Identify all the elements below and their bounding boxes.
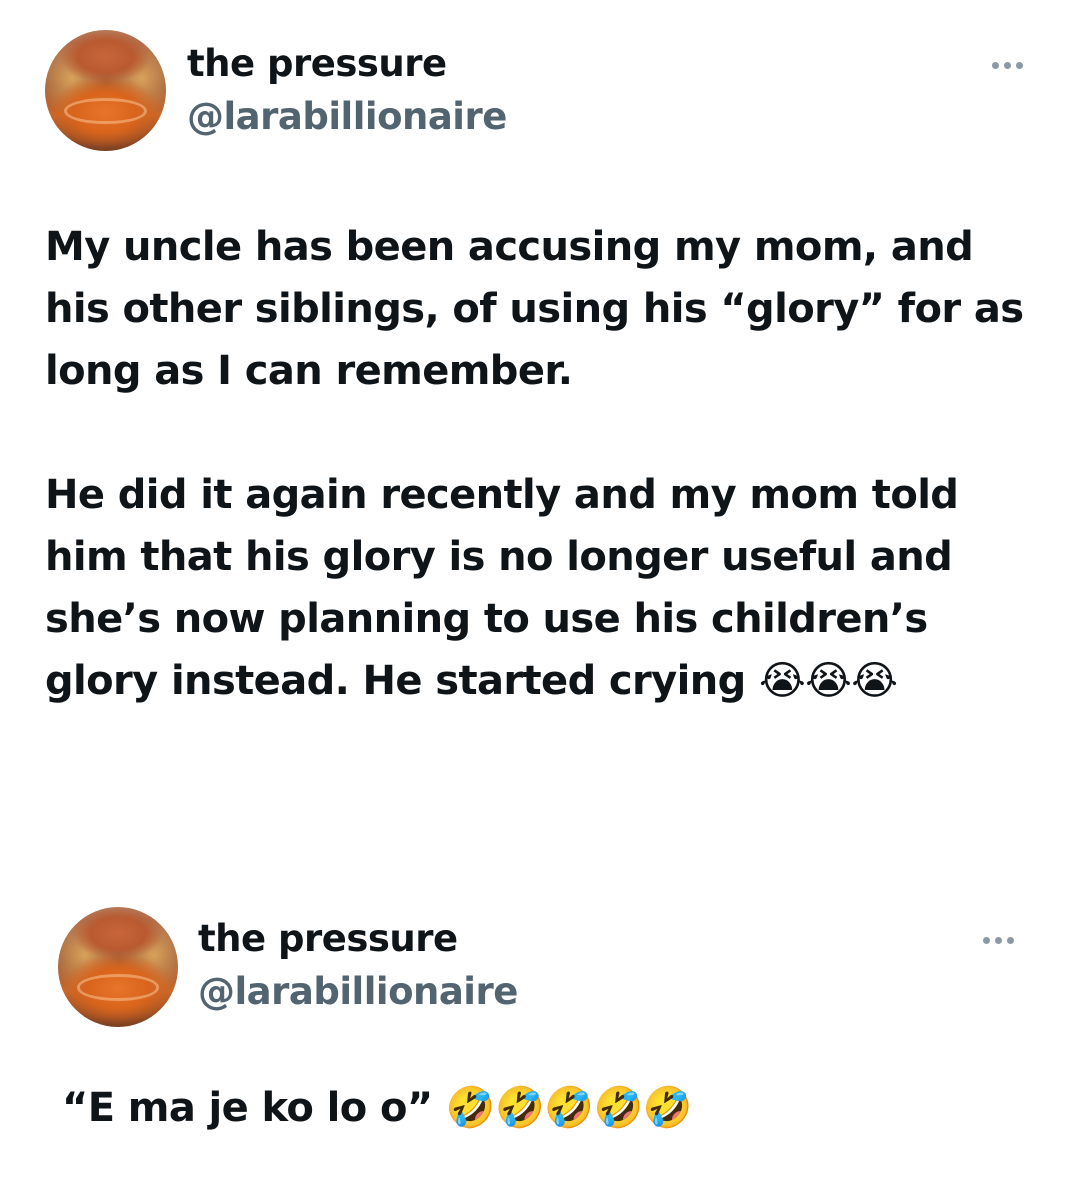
more-options-button[interactable] (983, 937, 1014, 944)
author-handle[interactable]: @larabillionaire (198, 970, 518, 1013)
tweet-text: My uncle has been accusing my mom, and h… (45, 224, 1024, 704)
more-options-icon (1004, 62, 1011, 69)
more-options-button[interactable] (992, 62, 1023, 69)
avatar[interactable] (58, 907, 178, 1027)
avatar-photo (64, 97, 147, 125)
author-display-name[interactable]: the pressure (198, 917, 458, 960)
more-options-icon (1007, 937, 1014, 944)
author-display-name[interactable]: the pressure (187, 42, 447, 85)
avatar[interactable] (45, 30, 166, 151)
tweet[interactable]: the pressure @larabillionaire My uncle h… (0, 0, 1080, 760)
more-options-icon (1016, 62, 1023, 69)
more-options-icon (983, 937, 990, 944)
author-handle[interactable]: @larabillionaire (187, 95, 507, 138)
more-options-icon (995, 937, 1002, 944)
tweet-text: “E ma je ko lo o” 🤣🤣🤣🤣🤣 (62, 1085, 692, 1131)
tweet[interactable]: the pressure @larabillionaire “E ma je k… (0, 895, 1080, 1190)
more-options-icon (992, 62, 999, 69)
avatar-photo (77, 974, 159, 1001)
